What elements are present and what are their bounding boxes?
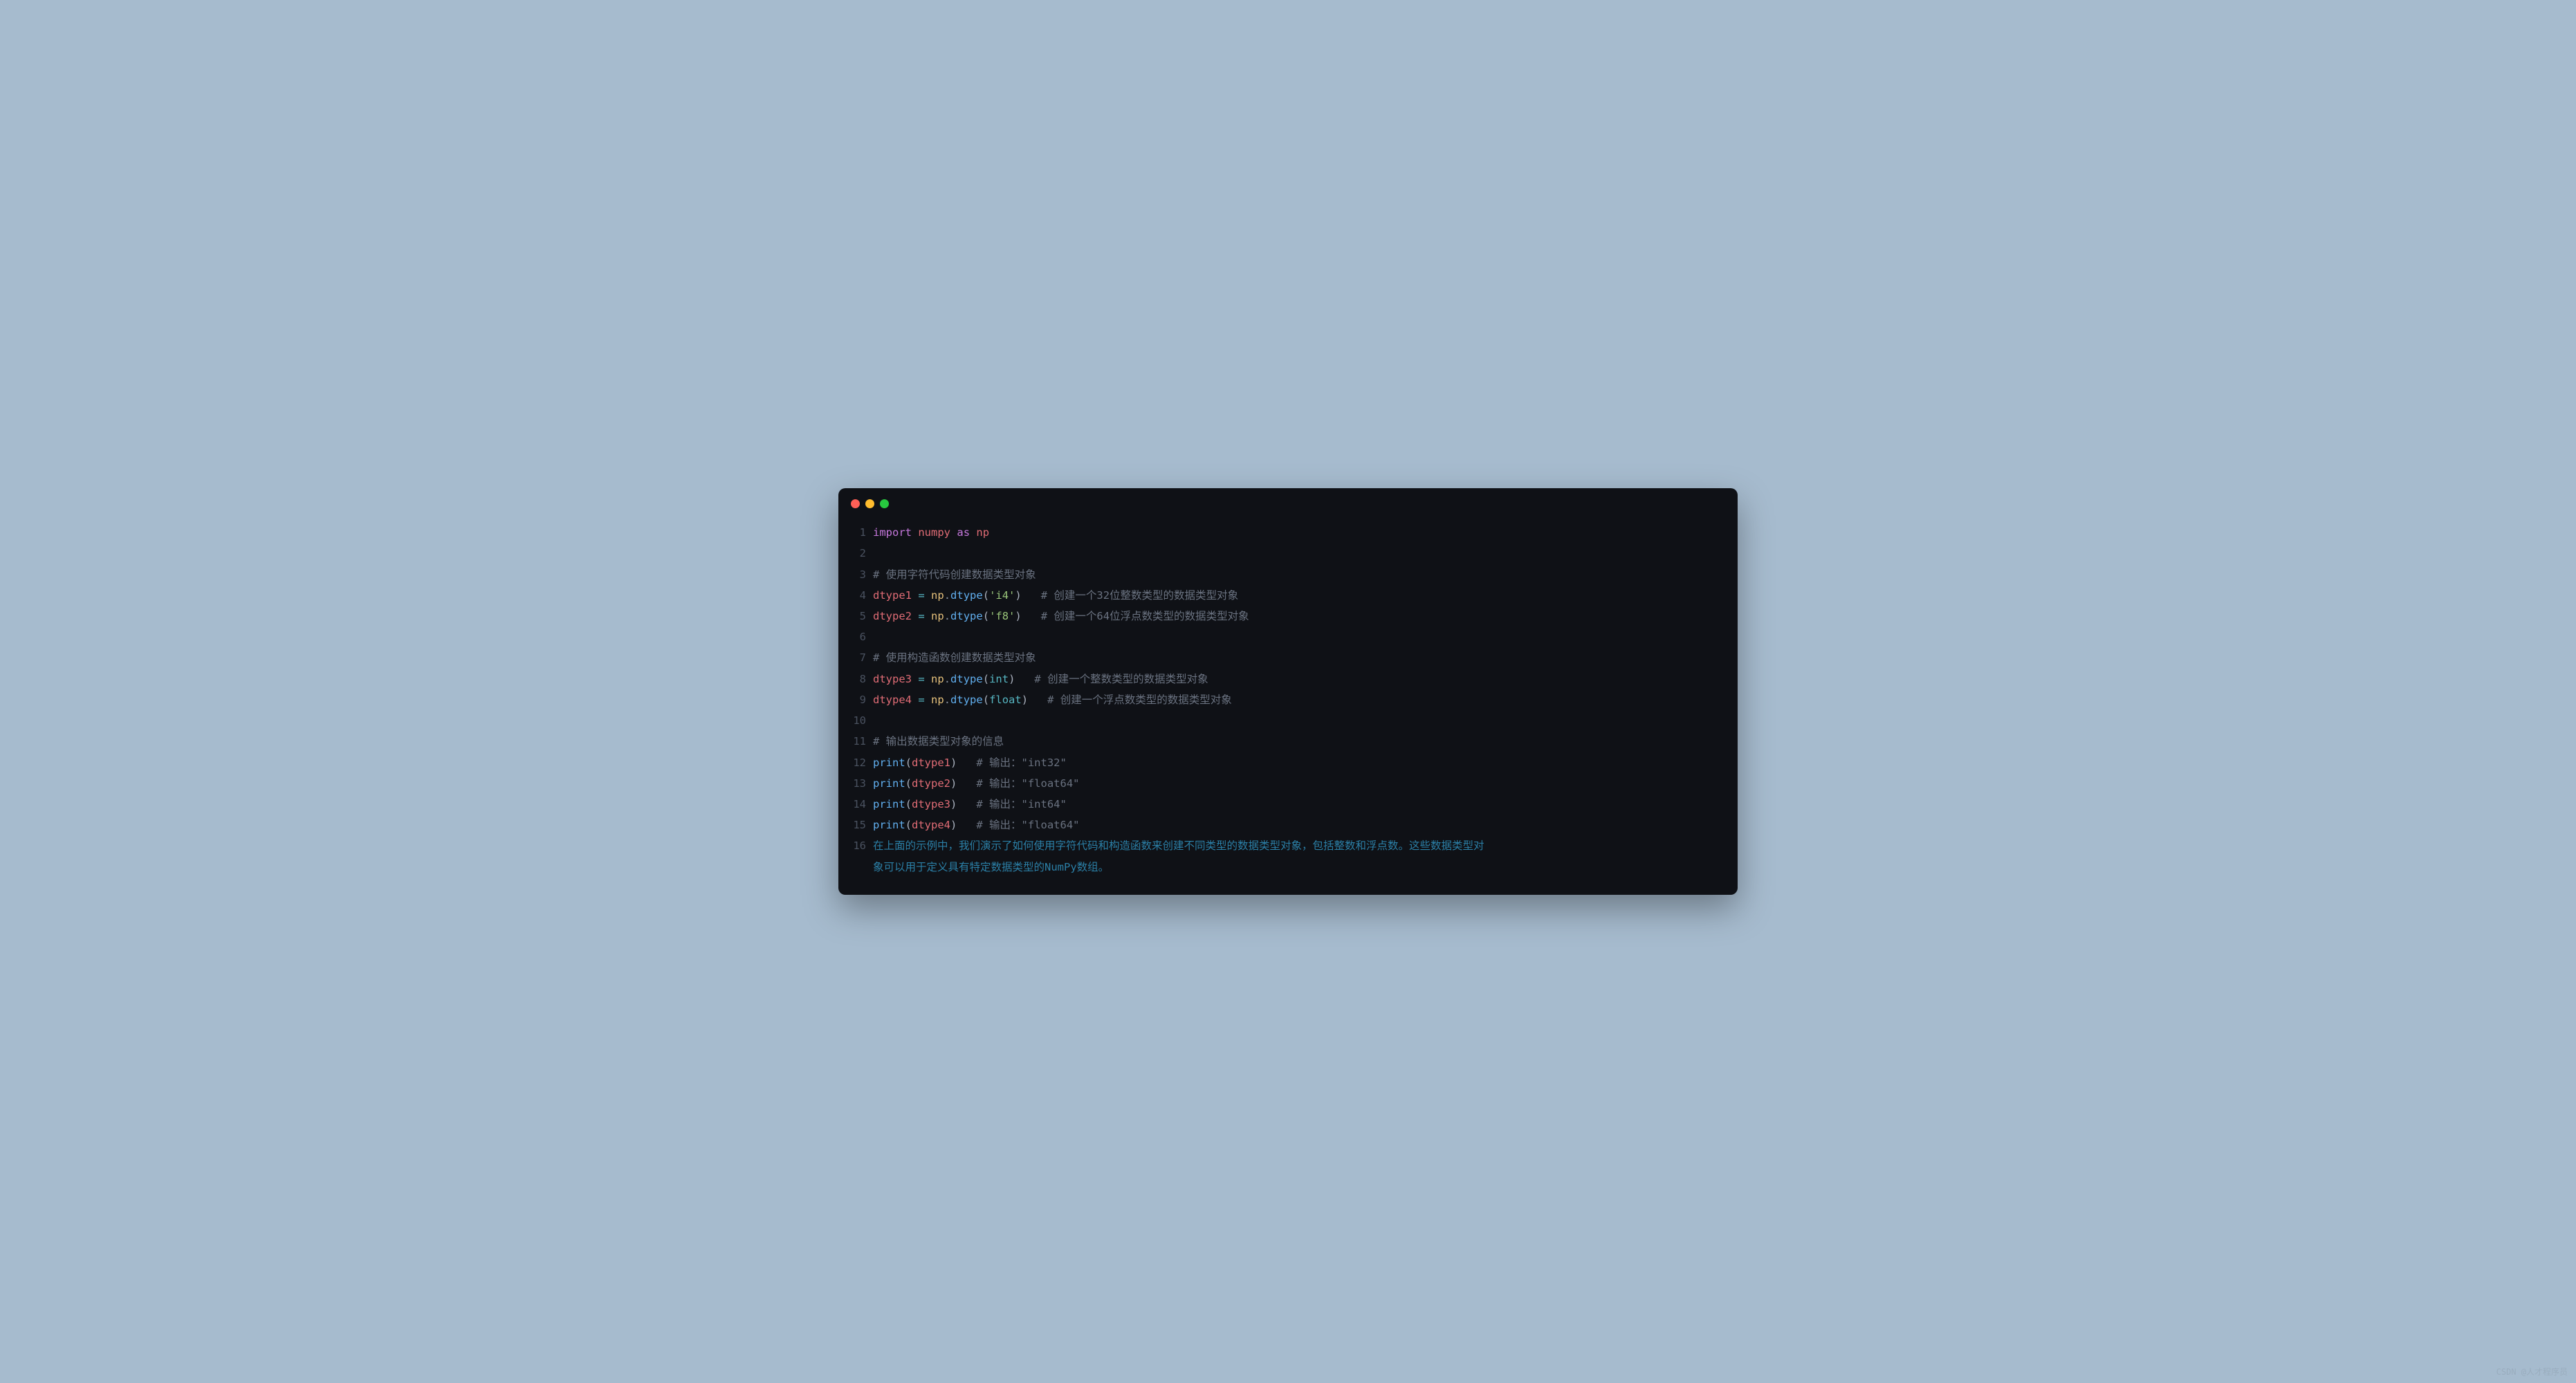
code-content: dtype3 = np.dtype(int) # 创建一个整数类型的数据类型对象 (873, 669, 1724, 689)
code-line: 11 # 输出数据类型对象的信息 (852, 731, 1724, 752)
line-number: 8 (852, 669, 873, 689)
code-line: 9 dtype4 = np.dtype(float) # 创建一个浮点数类型的数… (852, 689, 1724, 710)
code-content: print(dtype2) # 输出："float64" (873, 773, 1724, 794)
line-number: 1 (852, 522, 873, 543)
code-content: print(dtype4) # 输出："float64" (873, 815, 1724, 835)
code-content: dtype2 = np.dtype('f8') # 创建一个64位浮点数类型的数… (873, 606, 1724, 626)
code-line: 1 import numpy as np (852, 522, 1724, 543)
line-number: 12 (852, 752, 873, 773)
line-number: 9 (852, 689, 873, 710)
code-line: 4 dtype1 = np.dtype('i4') # 创建一个32位整数类型的… (852, 585, 1724, 606)
line-number: 11 (852, 731, 873, 752)
code-content: 象可以用于定义具有特定数据类型的NumPy数组。 (873, 857, 1724, 878)
code-content (873, 626, 1724, 647)
code-line: 16 在上面的示例中，我们演示了如何使用字符代码和构造函数来创建不同类型的数据类… (852, 835, 1724, 856)
line-number: 4 (852, 585, 873, 606)
code-content: # 使用构造函数创建数据类型对象 (873, 647, 1724, 668)
code-content: # 输出数据类型对象的信息 (873, 731, 1724, 752)
code-content: print(dtype1) # 输出："int32" (873, 752, 1724, 773)
line-number: 3 (852, 564, 873, 585)
watermark: CSDN @人才程序员 (2496, 1366, 2568, 1377)
line-number: 13 (852, 773, 873, 794)
code-content: import numpy as np (873, 522, 1724, 543)
code-line: 8 dtype3 = np.dtype(int) # 创建一个整数类型的数据类型… (852, 669, 1724, 689)
code-line: 7 # 使用构造函数创建数据类型对象 (852, 647, 1724, 668)
line-number: 14 (852, 794, 873, 815)
line-number: 6 (852, 626, 873, 647)
close-icon[interactable] (851, 499, 860, 508)
line-number: 5 (852, 606, 873, 626)
code-line: 14 print(dtype3) # 输出："int64" (852, 794, 1724, 815)
code-content: 在上面的示例中，我们演示了如何使用字符代码和构造函数来创建不同类型的数据类型对象… (873, 835, 1724, 856)
code-line: 10 (852, 710, 1724, 731)
line-number: 2 (852, 543, 873, 564)
line-number (852, 857, 873, 878)
minimize-icon[interactable] (865, 499, 874, 508)
code-line-wrap: 象可以用于定义具有特定数据类型的NumPy数组。 (852, 857, 1724, 878)
code-content (873, 543, 1724, 564)
code-content: dtype1 = np.dtype('i4') # 创建一个32位整数类型的数据… (873, 585, 1724, 606)
code-line: 5 dtype2 = np.dtype('f8') # 创建一个64位浮点数类型… (852, 606, 1724, 626)
code-line: 12 print(dtype1) # 输出："int32" (852, 752, 1724, 773)
window-title-bar (838, 488, 1738, 515)
code-line: 13 print(dtype2) # 输出："float64" (852, 773, 1724, 794)
code-line: 15 print(dtype4) # 输出："float64" (852, 815, 1724, 835)
code-content: dtype4 = np.dtype(float) # 创建一个浮点数类型的数据类… (873, 689, 1724, 710)
line-number: 7 (852, 647, 873, 668)
line-number: 10 (852, 710, 873, 731)
line-number: 15 (852, 815, 873, 835)
code-content (873, 710, 1724, 731)
code-area: 1 import numpy as np 2 3 # 使用字符代码创建数据类型对… (838, 515, 1738, 878)
code-editor-window: 1 import numpy as np 2 3 # 使用字符代码创建数据类型对… (838, 488, 1738, 895)
maximize-icon[interactable] (880, 499, 889, 508)
line-number: 16 (852, 835, 873, 856)
code-line: 3 # 使用字符代码创建数据类型对象 (852, 564, 1724, 585)
code-content: print(dtype3) # 输出："int64" (873, 794, 1724, 815)
code-line: 6 (852, 626, 1724, 647)
code-line: 2 (852, 543, 1724, 564)
code-content: # 使用字符代码创建数据类型对象 (873, 564, 1724, 585)
